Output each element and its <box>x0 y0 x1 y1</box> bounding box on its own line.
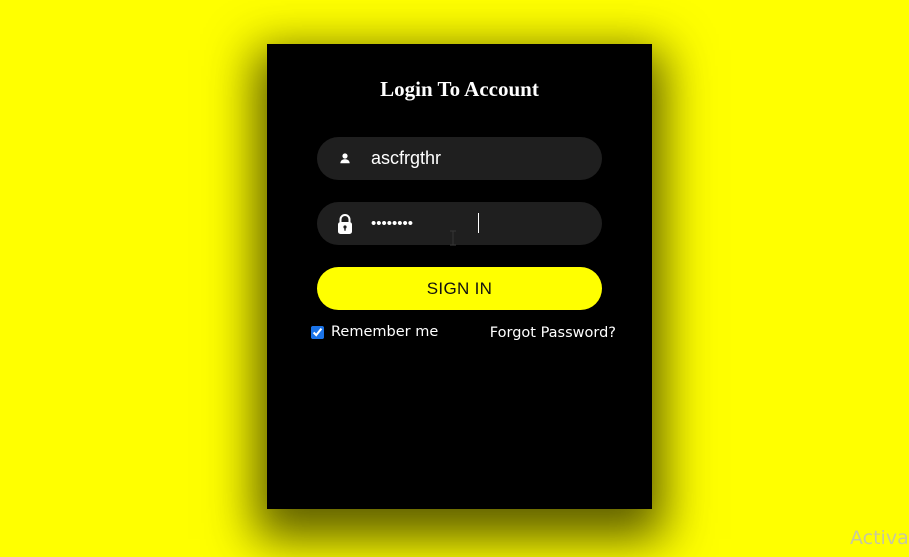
forgot-password-link[interactable]: Forgot Password? <box>490 325 616 341</box>
login-title: Login To Account <box>380 77 539 101</box>
username-field[interactable] <box>317 137 602 180</box>
password-field[interactable] <box>317 202 602 245</box>
sign-in-button[interactable]: SIGN IN <box>317 267 602 310</box>
lock-icon <box>335 213 355 234</box>
remember-me[interactable]: Remember me <box>311 324 438 340</box>
login-options: Remember me Forgot Password? <box>311 324 616 344</box>
text-caret <box>478 213 479 233</box>
ibeam-cursor-icon <box>450 230 456 246</box>
page: Login To Account SIGN <box>0 0 909 557</box>
login-card: Login To Account SIGN <box>267 44 652 509</box>
windows-activation-watermark: Activat <box>850 527 909 549</box>
remember-me-checkbox[interactable] <box>311 325 324 339</box>
user-icon <box>335 148 355 168</box>
username-input[interactable] <box>371 137 591 180</box>
remember-me-label: Remember me <box>331 324 439 340</box>
password-input[interactable] <box>371 202 591 245</box>
